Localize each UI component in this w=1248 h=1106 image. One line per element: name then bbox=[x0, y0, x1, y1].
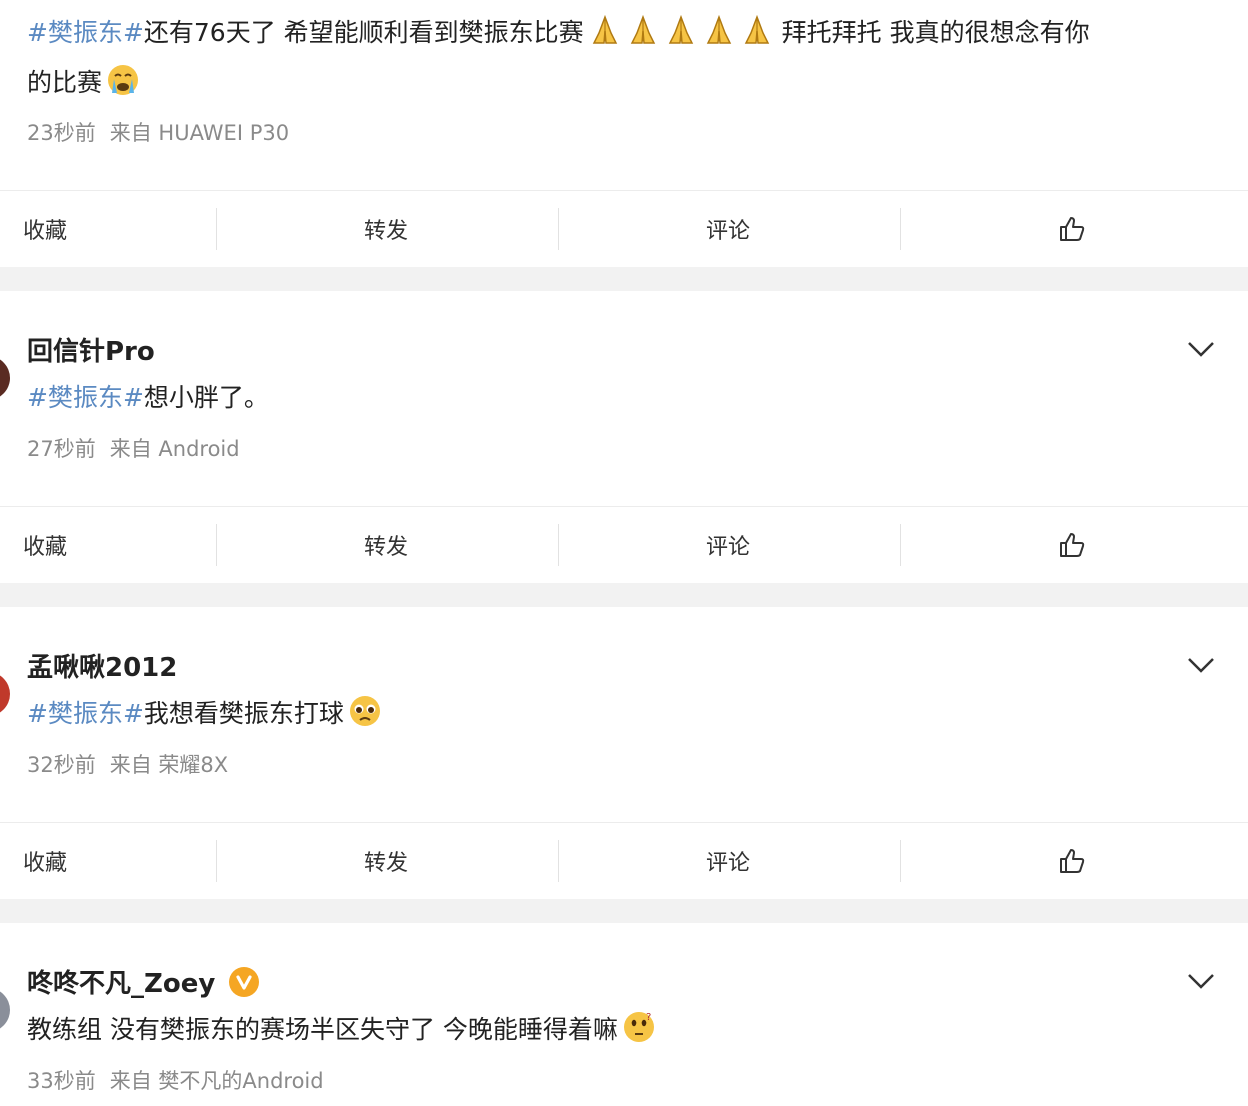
divider bbox=[900, 524, 901, 566]
repost-button[interactable]: 转发 bbox=[364, 191, 408, 267]
action-bar: 收藏 转发 评论 bbox=[0, 190, 1248, 267]
post-card: #樊振东#还有76天了 希望能顺利看到樊振东比赛 拜托拜托 我真的很想念有你 的… bbox=[0, 0, 1248, 267]
post-source: 来自 Android bbox=[109, 437, 240, 461]
folded-hands-emoji bbox=[740, 13, 774, 47]
thumbs-up-icon bbox=[1060, 533, 1085, 557]
divider bbox=[216, 524, 217, 566]
divider bbox=[558, 524, 559, 566]
post-text: #樊振东#想小胖了。 bbox=[27, 383, 269, 412]
folded-hands-emoji bbox=[626, 13, 660, 47]
divider bbox=[216, 208, 217, 250]
action-bar: 收藏 转发 评论 bbox=[0, 822, 1248, 899]
svg-text:?: ? bbox=[646, 1012, 651, 1023]
post-time[interactable]: 27秒前 bbox=[27, 437, 96, 461]
username[interactable]: 回信针Pro bbox=[27, 331, 155, 368]
chevron-down-icon[interactable] bbox=[1186, 971, 1216, 991]
thumbs-up-icon bbox=[1060, 217, 1085, 241]
post-text: #樊振东#还有76天了 希望能顺利看到樊振东比赛 拜托拜托 我真的很想念有你 bbox=[27, 8, 1197, 58]
pleading-face-emoji bbox=[348, 694, 382, 728]
folded-hands-emoji bbox=[702, 13, 736, 47]
topic-tag-link[interactable]: #樊振东# bbox=[27, 699, 144, 728]
divider bbox=[900, 840, 901, 882]
chevron-down-icon[interactable] bbox=[1186, 339, 1216, 359]
post-time[interactable]: 32秒前 bbox=[27, 753, 96, 777]
post-card: 回信针Pro #樊振东#想小胖了。 27秒前 来自 Android 收藏 转发 评… bbox=[0, 291, 1248, 583]
post-time[interactable]: 33秒前 bbox=[27, 1069, 96, 1093]
topic-tag-link[interactable]: #樊振东# bbox=[27, 383, 144, 412]
topic-tag-link[interactable]: #樊振东# bbox=[27, 18, 144, 47]
username[interactable]: 孟啾啾2012 bbox=[27, 647, 177, 684]
post-meta: 33秒前 来自 樊不凡的Android bbox=[27, 1065, 324, 1095]
repost-button[interactable]: 转发 bbox=[364, 507, 408, 583]
post-card: 咚咚不凡_Zoey 教练组 没有樊振东的赛场半区失守了 今晚能睡得着嘛 ? 33… bbox=[0, 923, 1248, 1106]
divider bbox=[558, 840, 559, 882]
repost-button[interactable]: 转发 bbox=[364, 823, 408, 899]
favorite-button[interactable]: 收藏 bbox=[23, 191, 67, 267]
folded-hands-emoji bbox=[664, 13, 698, 47]
divider bbox=[558, 208, 559, 250]
comment-button[interactable]: 评论 bbox=[706, 507, 750, 583]
post-text: 教练组 没有樊振东的赛场半区失守了 今晚能睡得着嘛 ? bbox=[27, 1005, 1197, 1055]
avatar[interactable] bbox=[0, 672, 10, 716]
username[interactable]: 咚咚不凡_Zoey bbox=[27, 963, 260, 1000]
post-card: 孟啾啾2012 #樊振东#我想看樊振东打球 32秒前 来自 荣耀8X 收藏 转发 … bbox=[0, 607, 1248, 899]
divider bbox=[900, 208, 901, 250]
post-time[interactable]: 23秒前 bbox=[27, 121, 96, 145]
post-text: #樊振东#我想看樊振东打球 bbox=[27, 689, 1197, 739]
chevron-down-icon[interactable] bbox=[1186, 655, 1216, 675]
folded-hands-emoji bbox=[588, 13, 622, 47]
verified-badge-icon bbox=[229, 966, 260, 997]
divider bbox=[216, 840, 217, 882]
favorite-button[interactable]: 收藏 bbox=[23, 507, 67, 583]
post-meta: 27秒前 来自 Android bbox=[27, 433, 240, 463]
post-source: 来自 HUAWEI P30 bbox=[109, 121, 290, 145]
like-button[interactable] bbox=[1058, 823, 1086, 899]
post-source: 来自 樊不凡的Android bbox=[109, 1069, 324, 1093]
like-button[interactable] bbox=[1058, 507, 1086, 583]
post-source: 来自 荣耀8X bbox=[109, 753, 229, 777]
action-bar: 收藏 转发 评论 bbox=[0, 506, 1248, 583]
favorite-button[interactable]: 收藏 bbox=[23, 823, 67, 899]
post-text-line2: 的比赛 bbox=[27, 58, 1197, 108]
comment-button[interactable]: 评论 bbox=[706, 191, 750, 267]
avatar[interactable] bbox=[0, 988, 10, 1032]
crying-face-emoji bbox=[106, 63, 140, 97]
post-meta: 23秒前 来自 HUAWEI P30 bbox=[27, 117, 289, 147]
comment-button[interactable]: 评论 bbox=[706, 823, 750, 899]
like-button[interactable] bbox=[1058, 191, 1086, 267]
thinking-face-emoji: ? bbox=[622, 1010, 656, 1044]
post-meta: 32秒前 来自 荣耀8X bbox=[27, 749, 228, 779]
thumbs-up-icon bbox=[1060, 849, 1085, 873]
avatar[interactable] bbox=[0, 356, 10, 400]
